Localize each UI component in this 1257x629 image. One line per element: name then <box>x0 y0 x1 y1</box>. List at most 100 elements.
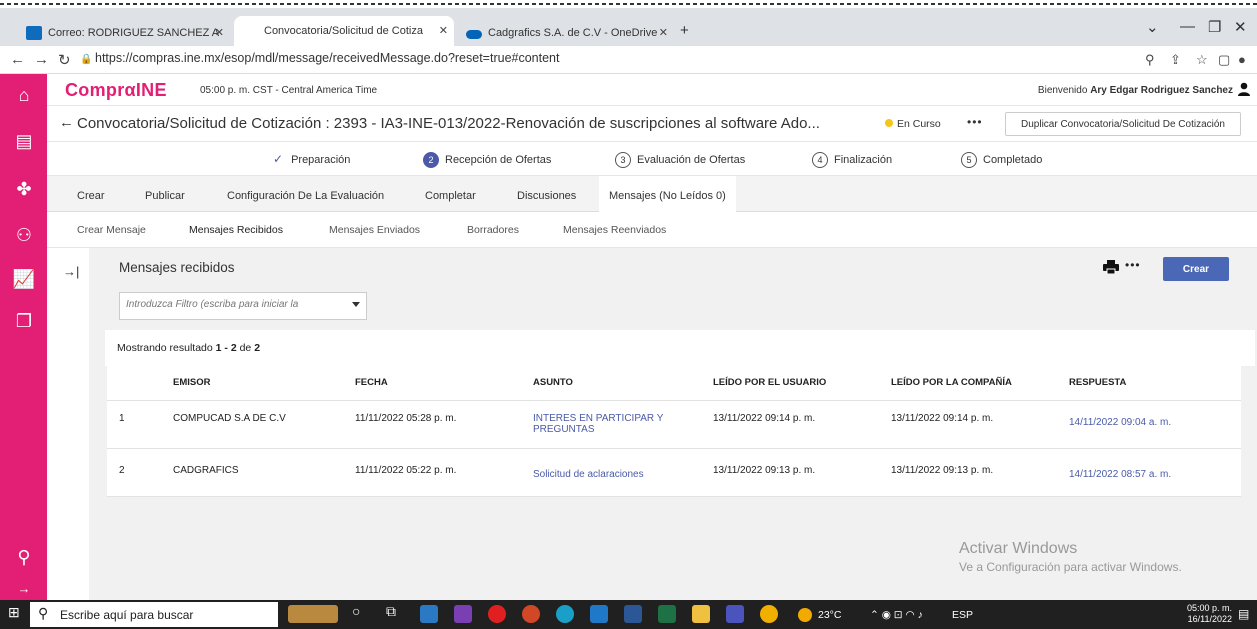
mail-icon[interactable] <box>590 605 608 623</box>
teams-icon[interactable] <box>726 605 744 623</box>
asunto-link[interactable]: Solicitud de aclaraciones <box>523 448 703 497</box>
sidepanel-icon[interactable]: ▢ <box>1218 52 1230 68</box>
menu-publicar[interactable]: Publicar <box>145 176 185 212</box>
opera-icon[interactable] <box>488 605 506 623</box>
taskbar-clock[interactable]: 05:00 p. m. 16/11/2022 <box>1182 603 1232 625</box>
leido-compania-cell: 13/11/2022 09:14 p. m. <box>881 400 1059 449</box>
star-icon[interactable]: ☆ <box>1196 52 1208 68</box>
onenote-icon[interactable] <box>454 605 472 623</box>
step-finalizacion[interactable]: 4 Finalización <box>812 152 892 168</box>
file-explorer-icon[interactable] <box>692 605 710 623</box>
messages-table: EMISOR FECHA ASUNTO LEÍDO POR EL USUARIO… <box>107 366 1241 497</box>
column-header[interactable]: LEÍDO POR LA COMPAÑÍA <box>881 366 1059 401</box>
close-icon[interactable]: ✕ <box>439 16 448 46</box>
excel-icon[interactable] <box>658 605 676 623</box>
logo[interactable]: ComprαINE <box>65 80 167 101</box>
submenu-mensajes-enviados[interactable]: Mensajes Enviados <box>329 224 420 236</box>
tab-label: Correo: RODRIGUEZ SANCHEZ A <box>48 27 220 39</box>
analytics-icon[interactable]: 📈 <box>12 268 36 290</box>
menu-completar[interactable]: Completar <box>425 176 476 212</box>
powerpoint-icon[interactable] <box>522 605 540 623</box>
step-recepcion[interactable]: 2 Recepción de Ofertas <box>423 152 551 168</box>
filter-dropdown[interactable] <box>119 292 367 320</box>
edge-icon[interactable] <box>556 605 574 623</box>
handshake-icon[interactable]: ✤ <box>12 178 36 200</box>
menu-configuracion[interactable]: Configuración De La Evaluación <box>227 176 384 212</box>
menu-discusiones[interactable]: Discusiones <box>517 176 576 212</box>
documents-icon[interactable]: ❐ <box>12 310 36 332</box>
respuesta-link[interactable]: 14/11/2022 09:04 a. m. <box>1059 400 1241 449</box>
duplicate-button[interactable]: Duplicar Convocatoria/Solicitud De Cotiz… <box>1005 112 1241 136</box>
minimize-button[interactable]: — <box>1180 18 1195 35</box>
column-header[interactable]: ASUNTO <box>523 366 703 401</box>
welcome-text: Bienvenido Ary Edgar Rodriguez Sanchez <box>1037 85 1233 96</box>
respuesta-link[interactable]: 14/11/2022 08:57 a. m. <box>1059 448 1241 497</box>
taskbar-search[interactable]: ⚲ Escribe aquí para buscar <box>30 602 278 627</box>
close-icon[interactable]: ✕ <box>659 20 668 46</box>
table-row[interactable]: 2 CADGRAFICS 11/11/2022 05:22 p. m. Soli… <box>107 448 1241 497</box>
share-icon[interactable]: ⇪ <box>1170 52 1181 68</box>
column-header[interactable]: LEÍDO POR EL USUARIO <box>703 366 881 401</box>
url-field[interactable]: https://compras.ine.mx/esop/mdl/message/… <box>95 51 559 65</box>
tab-onedrive[interactable]: Cadgrafics S.A. de C.V - OneDrive ✕ <box>458 20 674 46</box>
column-header[interactable]: FECHA <box>345 366 523 401</box>
menu-mensajes[interactable]: Mensajes (No Leídos 0) <box>599 176 736 212</box>
restore-button[interactable]: ❐ <box>1208 18 1221 36</box>
chevron-down-icon[interactable]: ⌄ <box>1146 18 1159 36</box>
fecha-cell: 11/11/2022 05:28 p. m. <box>345 400 523 449</box>
zoom-icon[interactable]: ⚲ <box>1145 52 1155 68</box>
language-indicator[interactable]: ESP <box>952 609 973 621</box>
submenu-borradores[interactable]: Borradores <box>467 224 519 236</box>
create-button[interactable]: Crear <box>1163 257 1229 281</box>
column-header[interactable]: EMISOR <box>163 366 345 401</box>
chevron-down-icon[interactable] <box>352 302 360 307</box>
activate-windows-subtitle: Ve a Configuración para activar Windows. <box>959 560 1182 574</box>
clock-time: 05:00 p. m. <box>1186 603 1232 613</box>
windows-start-icon[interactable]: ⊞ <box>8 604 26 622</box>
new-tab-button[interactable]: + <box>680 22 689 39</box>
close-icon[interactable]: ✕ <box>215 20 224 46</box>
back-arrow-icon[interactable]: ← <box>59 114 74 131</box>
submenu-mensajes-recibidos[interactable]: Mensajes Recibidos <box>189 224 283 236</box>
task-view-icon[interactable]: ⧉ <box>386 603 404 621</box>
column-header[interactable]: RESPUESTA <box>1059 366 1241 401</box>
tab-convocatoria[interactable]: Convocatoria/Solicitud de Cotiza ✕ <box>234 16 454 46</box>
word-icon[interactable] <box>624 605 642 623</box>
collapse-panel-icon[interactable]: →| <box>63 264 79 279</box>
clock-date: 16/11/2022 <box>1187 614 1232 624</box>
print-icon[interactable] <box>1103 260 1119 274</box>
tray-icons[interactable]: ⌃ ◉ ⊡ ◠ ♪ <box>870 609 923 621</box>
app-header: ComprαINE 05:00 p. m. CST - Central Amer… <box>47 74 1257 106</box>
close-window-button[interactable]: ✕ <box>1234 18 1247 36</box>
home-icon[interactable]: ⌂ <box>12 84 36 106</box>
user-name: Ary Edgar Rodriguez Sanchez <box>1090 85 1233 96</box>
profile-icon[interactable]: ● <box>1238 52 1246 67</box>
more-options-button[interactable]: ••• <box>967 115 983 129</box>
more-options-button[interactable]: ••• <box>1125 258 1141 272</box>
search-icon[interactable]: ⚲ <box>12 546 36 568</box>
cortana-icon[interactable]: ○ <box>352 603 370 621</box>
emisor-cell: COMPUCAD S.A DE C.V <box>163 400 345 449</box>
menu-crear[interactable]: Crear <box>77 176 105 212</box>
asunto-link[interactable]: INTERES EN PARTICIPAR Y PREGUNTAS <box>523 400 703 449</box>
step-completado[interactable]: 5 Completado <box>961 152 1042 168</box>
tab-outlook[interactable]: Correo: RODRIGUEZ SANCHEZ A ✕ <box>18 20 230 46</box>
forward-arrow-icon[interactable]: → <box>34 51 49 68</box>
users-icon[interactable]: ⚇ <box>12 224 36 246</box>
store-icon[interactable] <box>420 605 438 623</box>
table-row[interactable]: 1 COMPUCAD S.A DE C.V 11/11/2022 05:28 p… <box>107 400 1241 449</box>
dashboard-icon[interactable]: ▤ <box>12 130 36 152</box>
expand-icon[interactable]: → <box>12 578 36 600</box>
submenu-mensajes-reenviados[interactable]: Mensajes Reenviados <box>563 224 666 236</box>
step-preparacion[interactable]: ✓ Preparación <box>273 152 350 166</box>
filter-input[interactable] <box>126 299 336 310</box>
reload-icon[interactable]: ↻ <box>58 51 71 69</box>
back-arrow-icon[interactable]: ← <box>10 51 25 68</box>
ine-icon <box>242 24 258 38</box>
chrome-icon[interactable] <box>760 605 778 623</box>
weather-temp[interactable]: 23°C <box>818 609 841 621</box>
step-evaluacion[interactable]: 3 Evaluación de Ofertas <box>615 152 745 168</box>
user-icon[interactable] <box>1237 82 1251 96</box>
notification-icon[interactable]: ▤ <box>1238 607 1249 621</box>
submenu-crear-mensaje[interactable]: Crear Mensaje <box>77 224 146 236</box>
